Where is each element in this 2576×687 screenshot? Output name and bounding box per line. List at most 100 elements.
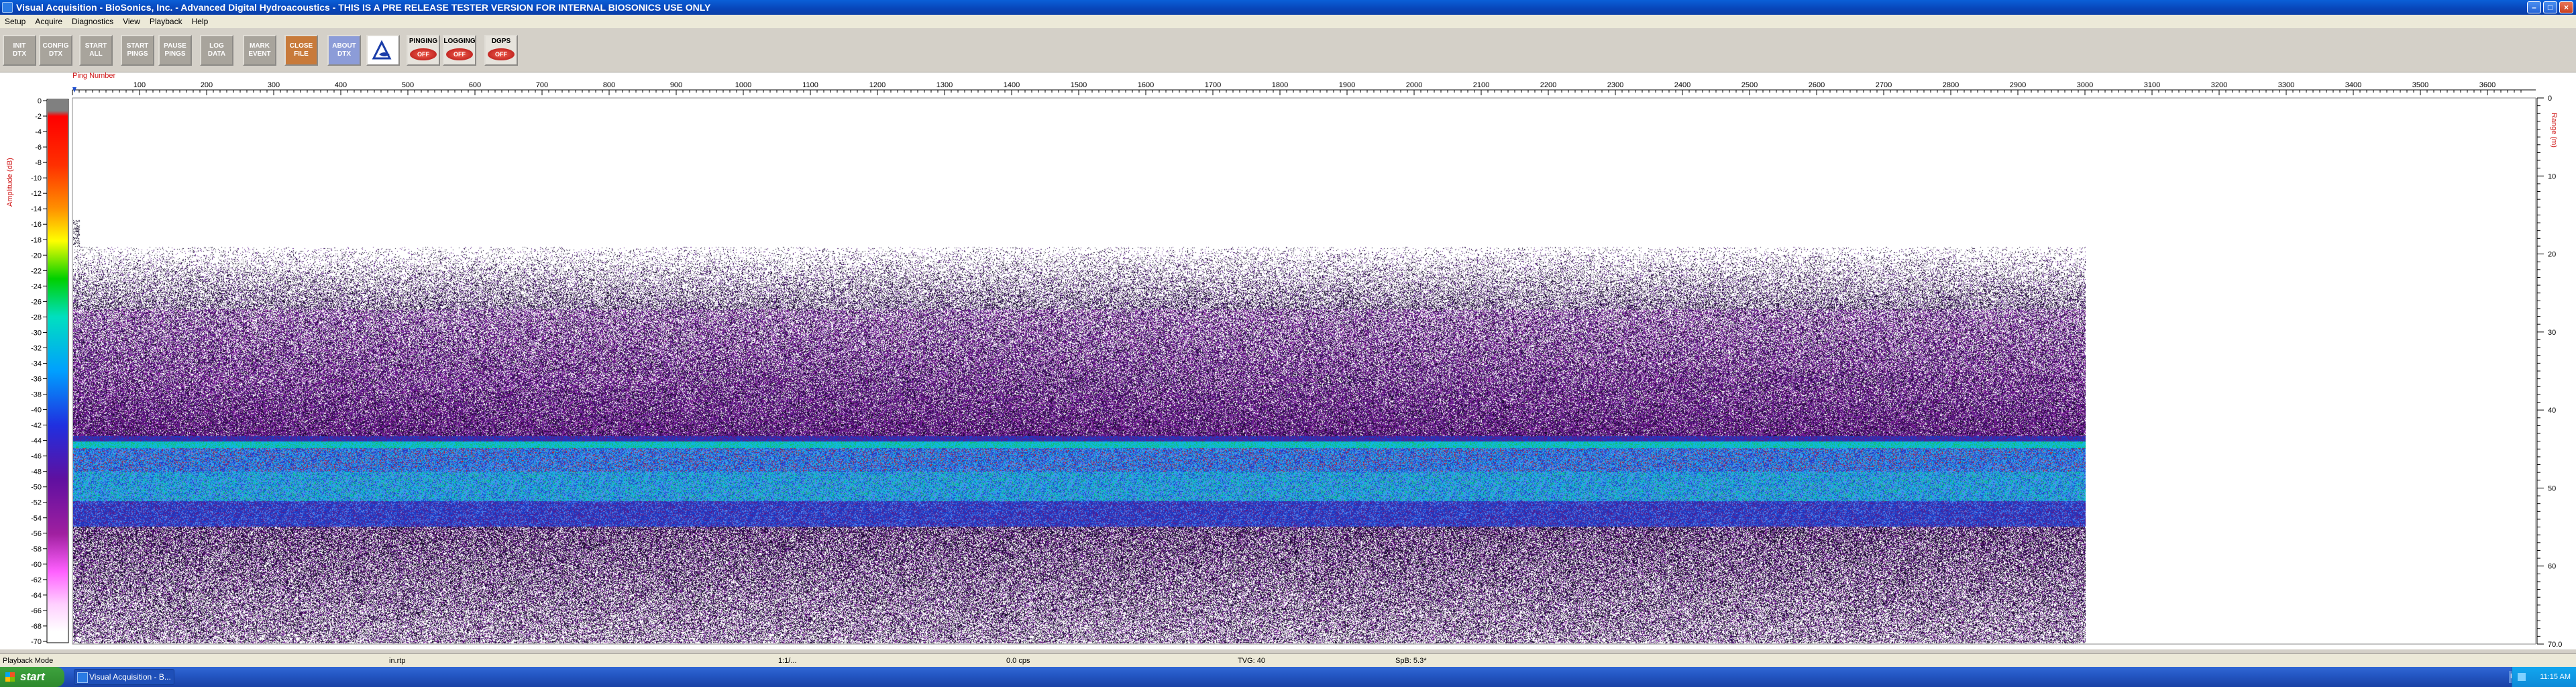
start-pings-button[interactable]: START PINGS [121,35,154,66]
amplitude-tick-label: -34 [31,360,42,368]
taskbar-app-button[interactable]: Visual Acquisition - B... [74,669,174,685]
x-tick-label: 1100 [802,81,818,89]
amplitude-tick-label: -8 [35,159,42,167]
close-window-button[interactable]: × [2559,1,2573,13]
x-tick-label: 3200 [2211,81,2227,89]
status-file: in.rtp [389,657,406,665]
menu-view[interactable]: View [118,15,145,28]
menu-acquire[interactable]: Acquire [30,15,67,28]
system-tray: 11:15 AM [2512,667,2576,687]
logging-label: LOGGING [443,38,476,45]
range-tick-label: 50 [2548,484,2556,492]
start-all-button[interactable]: START ALL [79,35,113,66]
windows-flag-icon [5,672,15,682]
pause-pings-button[interactable]: PAUSE PINGS [158,35,192,66]
amplitude-tick-label: -48 [31,468,42,476]
menu-setup[interactable]: Setup [0,15,30,28]
amplitude-tick-label: -36 [31,376,42,384]
amplitude-tick-label: -44 [31,437,42,445]
amplitude-tick-label: -32 [31,344,42,352]
x-tick-label: 2500 [1741,81,1758,89]
status-bar: Playback Mode in.rtp 1:1/... 0.0 cps TVG… [0,653,2576,667]
menu-diagnostics[interactable]: Diagnostics [67,15,118,28]
amplitude-tick-label: -56 [31,530,42,538]
x-tick-label: 100 [133,81,146,89]
amplitude-tick-label: -24 [31,282,42,290]
range-tick-label: 70.0 [2548,641,2562,649]
dgps-label: DGPS [491,38,511,45]
window-title-bar: Visual Acquisition - BioSonics, Inc. - A… [0,0,2576,15]
about-dtx-button[interactable]: ABOUT DTX [327,35,361,66]
x-tick-label: 200 [201,81,213,89]
start-label: start [20,670,45,683]
x-tick-label: 600 [469,81,481,89]
range-tick-label: 60 [2548,563,2556,571]
echogram-image[interactable] [73,99,2086,643]
log-data-button[interactable]: LOG DATA [200,35,233,66]
x-axis-ticks: 100 200 300 400 500 600 700 800 900 1000 1100 1200 1… [72,81,2536,95]
amplitude-tick-label: -10 [31,174,42,182]
amplitude-tick-label: -22 [31,267,42,275]
x-tick-label: 900 [670,81,682,89]
x-tick-label: 3000 [2077,81,2093,89]
x-tick-label: 700 [536,81,548,89]
amplitude-tick-label: -50 [31,484,42,492]
amplitude-tick-label: -62 [31,576,42,584]
amplitude-tick-label: -40 [31,407,42,415]
x-tick-label: 2600 [1809,81,1825,89]
tray-network-icon[interactable] [2518,673,2526,681]
x-tick-label: 1500 [1071,81,1087,89]
amplitude-tick-label: 0 [38,97,42,105]
start-button[interactable]: start [0,667,64,687]
amplitude-tick-label: -16 [31,221,42,229]
x-tick-label: 3500 [2412,81,2428,89]
amplitude-tick-label: -70 [31,638,42,646]
amplitude-tick-label: -4 [35,128,42,136]
x-tick-label: 1800 [1272,81,1288,89]
amplitude-tick-label: -28 [31,313,42,321]
status-rate: 0.0 cps [1006,657,1030,665]
mark-event-button[interactable]: MARK EVENT [243,35,276,66]
config-dtx-button[interactable]: CONFIG DTX [39,35,72,66]
init-dtx-button[interactable]: INIT DTX [3,35,36,66]
minimize-button[interactable]: – [2527,1,2541,13]
amplitude-tick-label: -52 [31,499,42,507]
x-tick-label: 2100 [1473,81,1489,89]
pinging-label: PINGING [409,38,438,45]
x-tick-label: 2200 [1540,81,1556,89]
amplitude-tick-label: -60 [31,561,42,569]
x-tick-label: 2400 [1674,81,1690,89]
window-title: Visual Acquisition - BioSonics, Inc. - A… [16,2,711,13]
amplitude-tick-label: -12 [31,190,42,198]
x-tick-label: 1900 [1339,81,1355,89]
x-tick-label: 2700 [1876,81,1892,89]
amplitude-tick-label: -26 [31,298,42,306]
amplitude-axis-ticks: 0 -2 -4 -6 -8 -10 -12 -14 -16 -18 -20 -22 -24 -26 -28 -… [31,97,47,646]
amplitude-tick-label: -30 [31,329,42,337]
menu-help[interactable]: Help [187,15,213,28]
amplitude-tick-label: -46 [31,453,42,461]
x-tick-label: 1200 [869,81,885,89]
maximize-button[interactable]: □ [2543,1,2557,13]
pinging-state: OFF [410,48,437,60]
x-tick-label: 2900 [2010,81,2026,89]
range-tick-label: 10 [2548,172,2556,180]
status-ping: 1:1/... [778,657,797,665]
x-tick-label: 2300 [1607,81,1623,89]
taskbar: start Visual Acquisition - B... EN 11:15… [0,667,2576,687]
x-tick-label: 1600 [1138,81,1154,89]
amplitude-tick-label: -20 [31,252,42,260]
x-tick-label: 800 [603,81,615,89]
close-file-button[interactable]: CLOSE FILE [284,35,318,66]
x-tick-label: 1000 [735,81,751,89]
clock: 11:15 AM [2540,673,2571,681]
amplitude-axis-title: Amplitude (dB) [6,158,14,207]
echogram-panel: Ping Number Amplitude (dB) Range (m) 100… [0,72,2576,649]
colorbar-gradient [48,100,68,642]
menu-playback[interactable]: Playback [145,15,187,28]
x-tick-label: 3100 [2144,81,2160,89]
x-tick-label: 1400 [1004,81,1020,89]
logging-indicator: LOGGING OFF [443,35,476,66]
x-tick-label: 1300 [936,81,953,89]
app-icon [2,2,13,13]
